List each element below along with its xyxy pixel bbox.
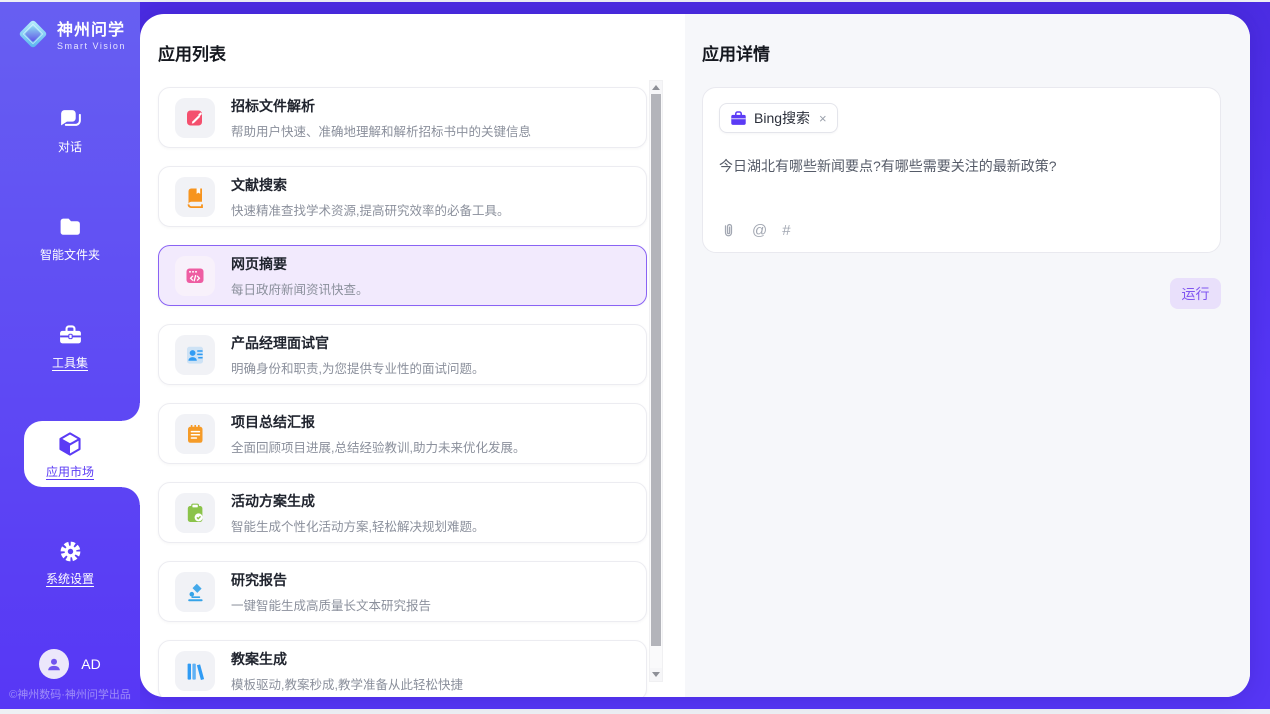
app-card-bid-analysis[interactable]: 招标文件解析 帮助用户快速、准确地理解和解析招标书中的关键信息	[158, 87, 647, 148]
app-card-title: 招标文件解析	[231, 96, 531, 116]
sidebar-item-label: 工具集	[52, 356, 88, 370]
app-card-literature-search[interactable]: 文献搜索 快速精准查找学术资源,提高研究效率的必备工具。	[158, 166, 647, 227]
app-card-title: 活动方案生成	[231, 491, 484, 511]
app-card-desc: 模板驱动,教案秒成,教学准备从此轻松快捷	[231, 674, 463, 693]
app-card-project-summary[interactable]: 项目总结汇报 全面回顾项目进展,总结经验教训,助力未来优化发展。	[158, 403, 647, 464]
app-list-pane: 应用列表 招标文件解析 帮助用户快速、准确地理解和解析招标书中的关键信息	[140, 14, 685, 697]
avatar	[39, 649, 69, 679]
app-card-title: 文献搜索	[231, 175, 509, 195]
card-text: 研究报告 一键智能生成高质量长文本研究报告	[231, 570, 431, 614]
app-card-research-report[interactable]: 研究报告 一键智能生成高质量长文本研究报告	[158, 561, 647, 622]
app-card-title: 产品经理面试官	[231, 333, 484, 353]
app-card-title: 研究报告	[231, 570, 431, 590]
app-card-desc: 一键智能生成高质量长文本研究报告	[231, 595, 431, 614]
sidebar-item-app-market[interactable]: 应用市场	[0, 431, 140, 475]
scroll-down-arrow-icon[interactable]	[650, 668, 662, 681]
chat-icon	[57, 107, 83, 132]
logo-subtitle: Smart Vision	[57, 41, 126, 51]
user-initials: AD	[81, 656, 100, 672]
app-card-desc: 智能生成个性化活动方案,轻松解决规划难题。	[231, 516, 484, 535]
app-card-title: 项目总结汇报	[231, 412, 525, 432]
sidebar: 神州问学 Smart Vision 对话 智能文件夹	[0, 2, 140, 709]
logo-diamond-icon	[16, 17, 50, 51]
app-list: 招标文件解析 帮助用户快速、准确地理解和解析招标书中的关键信息 文献搜索 快速精…	[158, 87, 647, 697]
card-text: 网页摘要 每日政府新闻资讯快查。	[231, 254, 369, 298]
hash-icon[interactable]: #	[782, 222, 790, 239]
mention-icon[interactable]: @	[752, 222, 767, 239]
main-panel: 应用列表 招标文件解析 帮助用户快速、准确地理解和解析招标书中的关键信息	[140, 14, 1250, 697]
logo-text: 神州问学 Smart Vision	[57, 16, 126, 51]
run-button[interactable]: 运行	[1170, 278, 1221, 309]
sidebar-item-label: 对话	[58, 140, 82, 154]
app-card-desc: 全面回顾项目进展,总结经验教训,助力未来优化发展。	[231, 437, 525, 456]
sidebar-nav: 对话 智能文件夹 工具集	[0, 107, 140, 583]
sidebar-item-label: 应用市场	[46, 465, 94, 479]
sidebar-item-settings[interactable]: 系统设置	[0, 539, 140, 583]
interviewer-icon	[175, 335, 215, 375]
logo-title: 神州问学	[57, 16, 126, 40]
app-detail-title: 应用详情	[702, 40, 1221, 65]
app-card-desc: 帮助用户快速、准确地理解和解析招标书中的关键信息	[231, 121, 531, 140]
sidebar-item-label: 智能文件夹	[40, 248, 100, 262]
copyright-text: ©神州数码·神州问学出品	[0, 686, 140, 702]
book-icon	[175, 177, 215, 217]
sidebar-item-label: 系统设置	[46, 572, 94, 586]
scrollbar[interactable]	[649, 80, 663, 682]
tool-tag-label: Bing搜索	[754, 108, 810, 128]
app-detail-pane: 应用详情 Bing搜索 × 今日湖北有哪些新闻要点?有哪些需要关注的最新政策?	[685, 14, 1250, 697]
app-list-title: 应用列表	[158, 40, 685, 65]
app-card-web-summary[interactable]: 网页摘要 每日政府新闻资讯快查。	[158, 245, 647, 306]
gear-icon	[57, 539, 83, 564]
notepad-icon	[175, 414, 215, 454]
card-text: 教案生成 模板驱动,教案秒成,教学准备从此轻松快捷	[231, 649, 463, 693]
folder-icon	[57, 215, 83, 240]
close-icon[interactable]: ×	[819, 111, 827, 126]
app-card-title: 教案生成	[231, 649, 463, 669]
user-account[interactable]: AD	[0, 649, 140, 679]
app-card-desc: 快速精准查找学术资源,提高研究效率的必备工具。	[231, 200, 509, 219]
query-input[interactable]: 今日湖北有哪些新闻要点?有哪些需要关注的最新政策?	[719, 156, 1204, 176]
tool-tag-bing-search[interactable]: Bing搜索 ×	[719, 103, 838, 133]
briefcase-icon	[730, 110, 747, 127]
browser-code-icon	[175, 256, 215, 296]
clipboard-check-icon	[175, 493, 215, 533]
cube-icon	[57, 431, 83, 457]
app-card-pm-interviewer[interactable]: 产品经理面试官 明确身份和职责,为您提供专业性的面试问题。	[158, 324, 647, 385]
app-logo: 神州问学 Smart Vision	[16, 16, 126, 51]
microscope-icon	[175, 572, 215, 612]
card-text: 招标文件解析 帮助用户快速、准确地理解和解析招标书中的关键信息	[231, 96, 531, 140]
scrollbar-thumb[interactable]	[651, 94, 661, 646]
app-card-lesson-plan[interactable]: 教案生成 模板驱动,教案秒成,教学准备从此轻松快捷	[158, 640, 647, 697]
app-card-event-plan[interactable]: 活动方案生成 智能生成个性化活动方案,轻松解决规划难题。	[158, 482, 647, 543]
app-card-desc: 每日政府新闻资讯快查。	[231, 279, 369, 298]
app-card-desc: 明确身份和职责,为您提供专业性的面试问题。	[231, 358, 484, 377]
sidebar-item-toolset[interactable]: 工具集	[0, 323, 140, 367]
books-icon	[175, 651, 215, 691]
card-text: 活动方案生成 智能生成个性化活动方案,轻松解决规划难题。	[231, 491, 484, 535]
composer-toolbar: @ #	[720, 222, 791, 239]
composer-card[interactable]: Bing搜索 × 今日湖北有哪些新闻要点?有哪些需要关注的最新政策? @ #	[702, 87, 1221, 253]
scroll-up-arrow-icon[interactable]	[650, 81, 662, 94]
card-text: 产品经理面试官 明确身份和职责,为您提供专业性的面试问题。	[231, 333, 484, 377]
paperclip-icon[interactable]	[720, 222, 737, 239]
card-text: 项目总结汇报 全面回顾项目进展,总结经验教训,助力未来优化发展。	[231, 412, 525, 456]
card-text: 文献搜索 快速精准查找学术资源,提高研究效率的必备工具。	[231, 175, 509, 219]
sidebar-item-smart-folder[interactable]: 智能文件夹	[0, 215, 140, 259]
app-card-title: 网页摘要	[231, 254, 369, 274]
toolbox-icon	[57, 323, 83, 348]
person-icon	[44, 654, 64, 674]
sidebar-item-chat[interactable]: 对话	[0, 107, 140, 151]
edit-document-icon	[175, 98, 215, 138]
